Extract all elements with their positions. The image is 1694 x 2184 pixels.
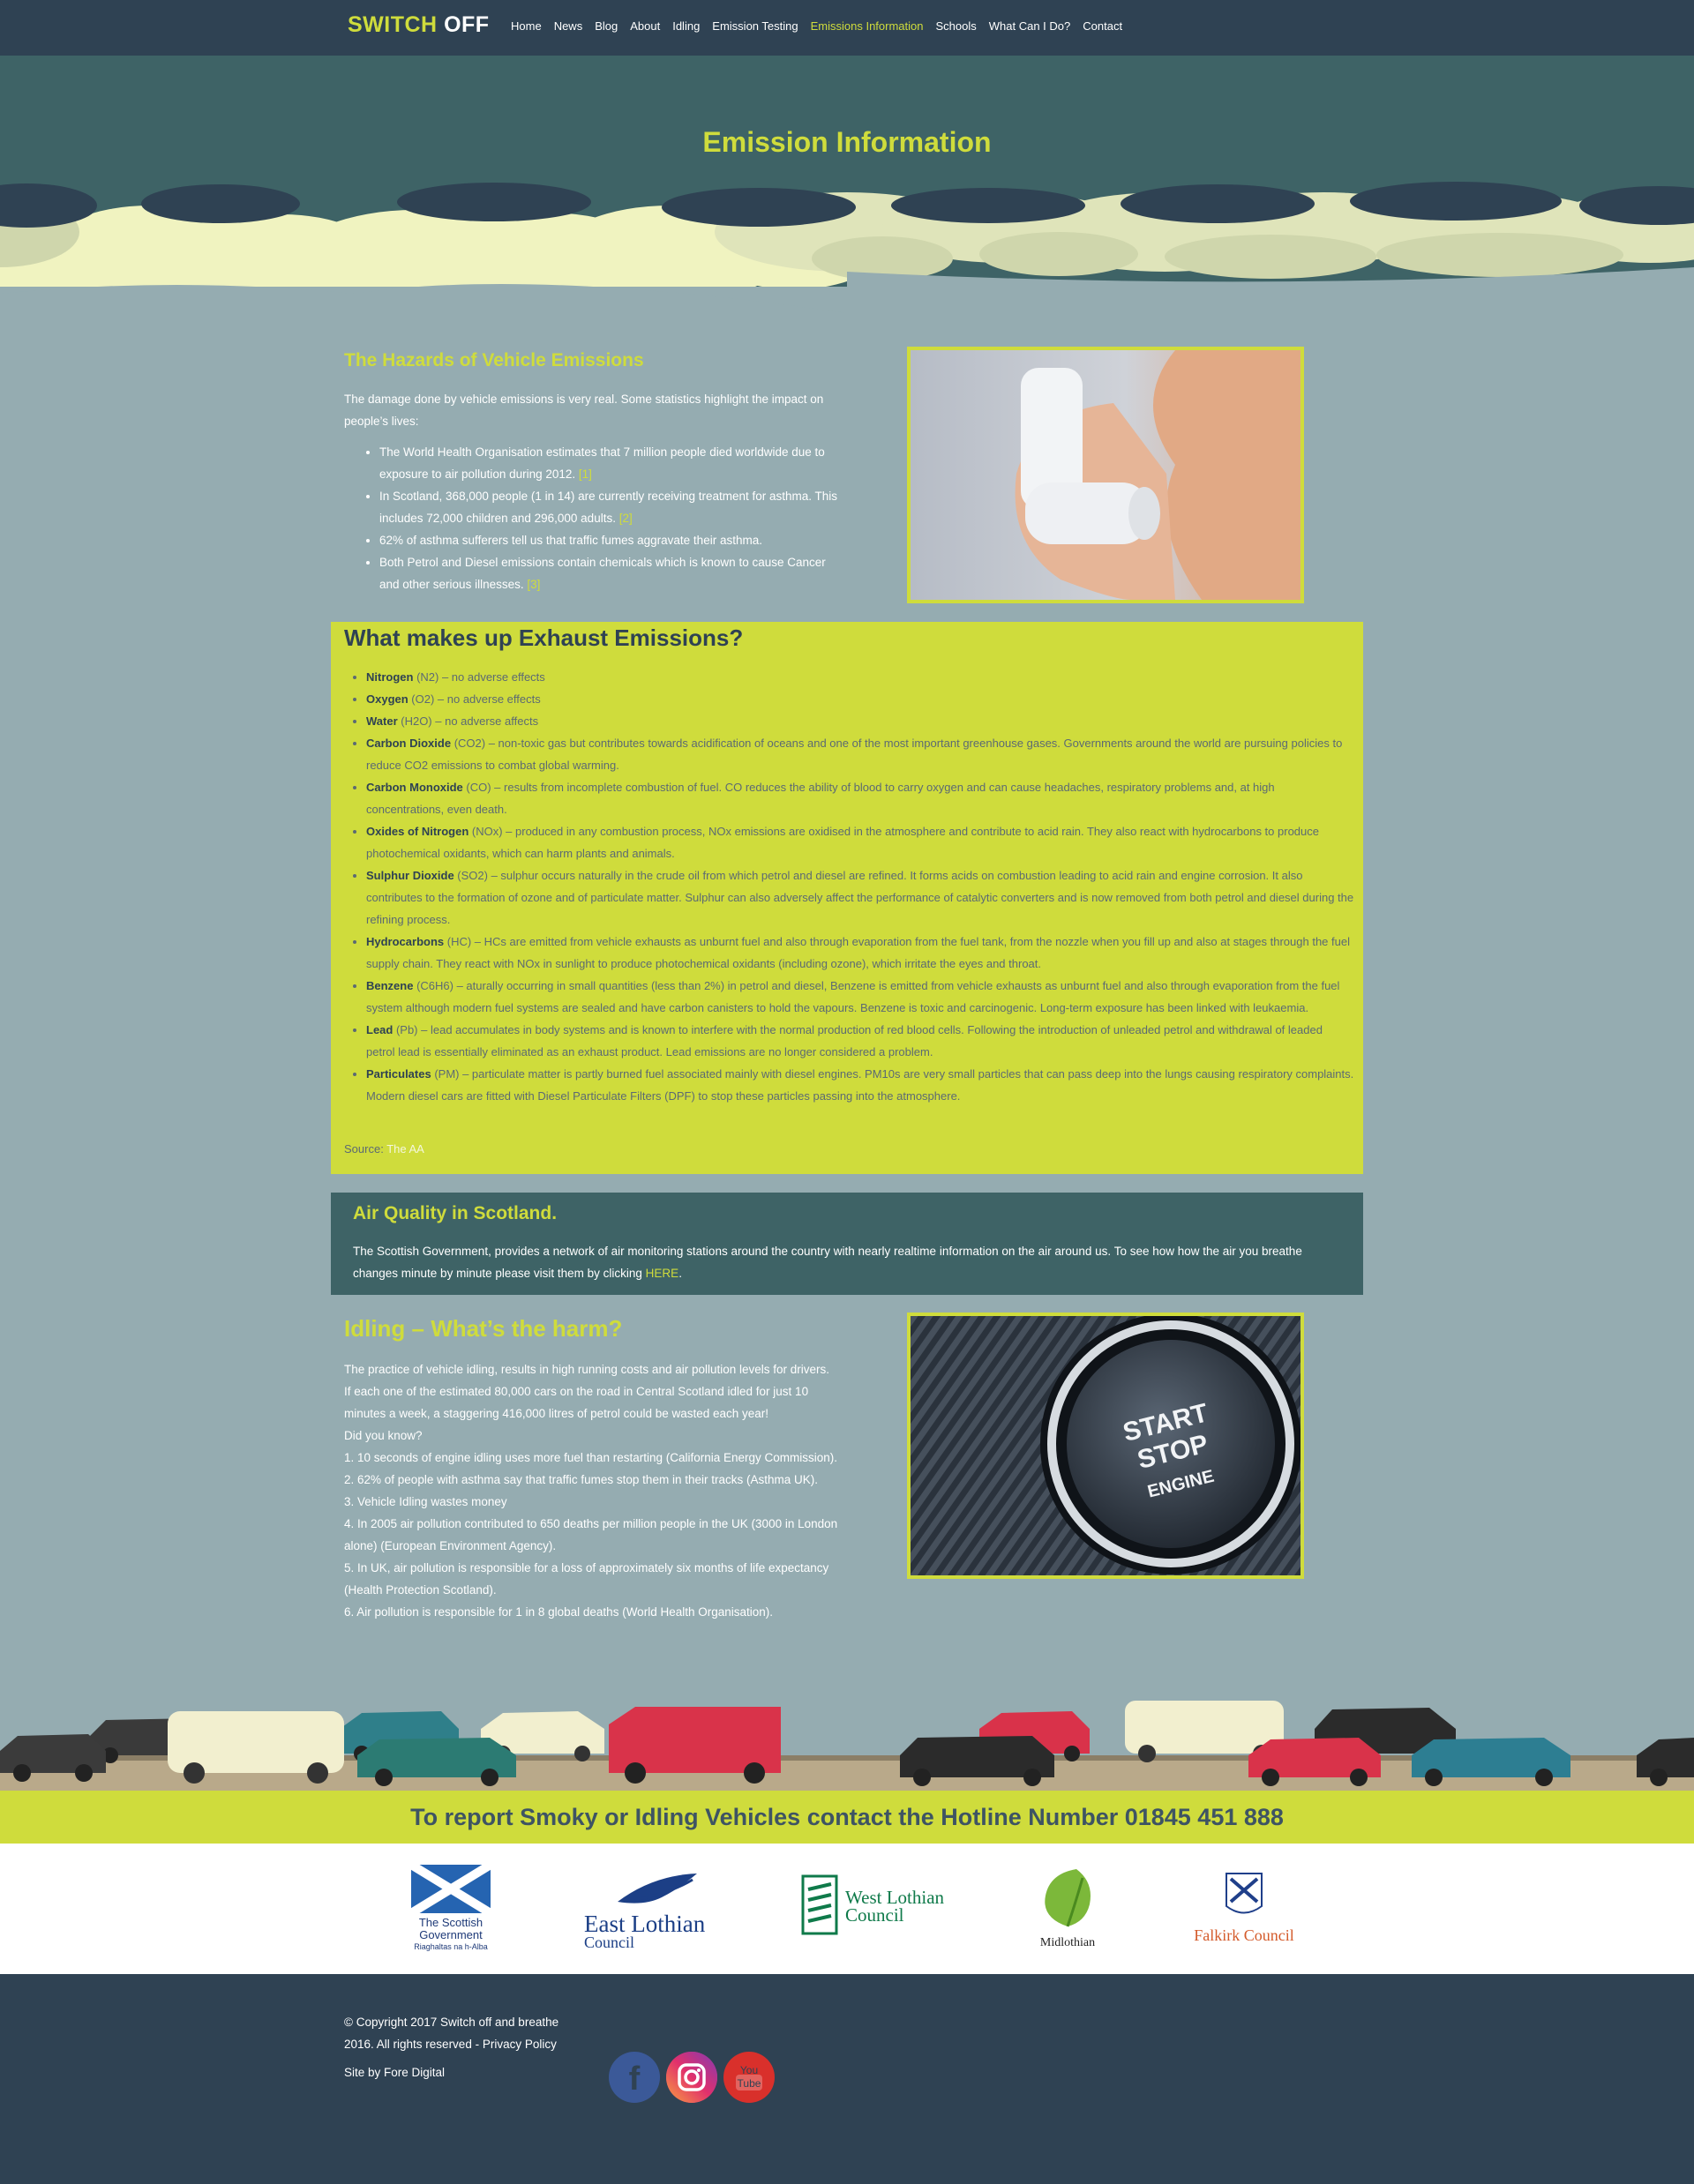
here-link[interactable]: HERE xyxy=(646,1267,679,1280)
main-menu: Home News Blog About Idling Emission Tes… xyxy=(511,19,1135,33)
idling-heading: Idling – What’s the harm? xyxy=(344,1315,623,1342)
svg-text:Riaghaltas na h-Alba: Riaghaltas na h-Alba xyxy=(414,1942,488,1951)
reference-link[interactable]: [2] xyxy=(619,512,633,525)
nav-item-home[interactable]: Home xyxy=(511,19,542,33)
partner-logos: The Scottish Government Riaghaltas na h-… xyxy=(0,1844,1694,1974)
nav-item-what-can-i-do[interactable]: What Can I Do? xyxy=(989,19,1071,33)
paragraph: 5. In UK, air pollution is responsible f… xyxy=(344,1561,829,1597)
site-credit[interactable]: Site by Fore Digital xyxy=(344,2066,445,2079)
list-item: Carbon Monoxide (CO) – results from inco… xyxy=(366,776,1354,820)
paragraph: 1. 10 seconds of engine idling uses more… xyxy=(344,1451,838,1464)
svg-text:f: f xyxy=(629,2061,641,2098)
reference-link[interactable]: [1] xyxy=(579,467,592,481)
list-item: Benzene (C6H6) – aturally occurring in s… xyxy=(366,975,1354,1019)
site-logo[interactable]: SWITCH OFF xyxy=(348,12,490,38)
nav-item-news[interactable]: News xyxy=(554,19,583,33)
list-item: The World Health Organisation estimates … xyxy=(379,441,847,485)
air-quality-heading: Air Quality in Scotland. xyxy=(353,1203,558,1223)
hazards-intro: The damage done by vehicle emissions is … xyxy=(344,393,824,428)
inhaler-photo xyxy=(907,347,1304,603)
exhaust-heading: What makes up Exhaust Emissions? xyxy=(344,625,744,651)
paragraph: The practice of vehicle idling, results … xyxy=(344,1363,830,1376)
exhaust-emissions-panel: What makes up Exhaust Emissions? Nitroge… xyxy=(331,622,1363,1174)
list-item: Oxygen (O2) – no adverse effects xyxy=(366,688,1354,710)
list-item: Carbon Dioxide (CO2) – non-toxic gas but… xyxy=(366,732,1354,776)
source-link[interactable]: The AA xyxy=(386,1142,424,1156)
list-item: Both Petrol and Diesel emissions contain… xyxy=(379,551,847,595)
logo-switch-text: SWITCH xyxy=(348,12,438,37)
list-item: Sulphur Dioxide (SO2) – sulphur occurs n… xyxy=(366,864,1354,931)
copyright-text: © Copyright 2017 Switch off and breathe … xyxy=(344,2016,559,2051)
reference-link[interactable]: [3] xyxy=(527,578,540,591)
nav-item-emission-testing[interactable]: Emission Testing xyxy=(712,19,798,33)
west-lothian-council-logo[interactable]: West Lothian Council xyxy=(801,1872,960,1942)
svg-text:Council: Council xyxy=(584,1933,634,1951)
list-item: Nitrogen (N2) – no adverse effects xyxy=(366,666,1354,688)
falkirk-council-logo[interactable]: Falkirk Council xyxy=(1178,1866,1310,1955)
exhaust-list: Nitrogen (N2) – no adverse effects Oxyge… xyxy=(344,666,1354,1107)
nav-item-schools[interactable]: Schools xyxy=(936,19,977,33)
paragraph: Did you know? xyxy=(344,1429,423,1442)
facebook-icon[interactable]: f xyxy=(609,2052,660,2103)
paragraph: 2. 62% of people with asthma say that tr… xyxy=(344,1473,818,1486)
source-line: Source: The AA xyxy=(344,1142,424,1156)
footer: © Copyright 2017 Switch off and breathe … xyxy=(0,1974,1694,2184)
hero-banner: Emission Information xyxy=(0,56,1694,313)
nav-item-blog[interactable]: Blog xyxy=(595,19,618,33)
svg-text:The Scottish: The Scottish xyxy=(419,1916,483,1929)
svg-text:You: You xyxy=(740,2064,758,2076)
list-item: 62% of asthma sufferers tell us that tra… xyxy=(379,529,847,551)
hazards-list: The World Health Organisation estimates … xyxy=(344,441,847,595)
list-item: Oxides of Nitrogen (NOx) – produced in a… xyxy=(366,820,1354,864)
svg-text:Falkirk Council: Falkirk Council xyxy=(1194,1926,1294,1944)
nav-item-about[interactable]: About xyxy=(630,19,660,33)
svg-text:Government: Government xyxy=(419,1928,483,1941)
list-item: Water (H2O) – no adverse affects xyxy=(366,710,1354,732)
paragraph: If each one of the estimated 80,000 cars… xyxy=(344,1385,809,1420)
hazards-heading: The Hazards of Vehicle Emissions xyxy=(344,350,644,370)
midlothian-council-logo[interactable]: Midlothian xyxy=(1028,1865,1107,1953)
traffic-illustration xyxy=(0,1694,1694,1791)
svg-text:Midlothian: Midlothian xyxy=(1040,1936,1095,1949)
list-item: Hydrocarbons (HC) – HCs are emitted from… xyxy=(366,931,1354,975)
svg-text:Council: Council xyxy=(845,1904,904,1926)
nav-item-idling[interactable]: Idling xyxy=(672,19,700,33)
paragraph: 3. Vehicle Idling wastes money xyxy=(344,1495,507,1508)
instagram-icon[interactable] xyxy=(666,2052,717,2103)
youtube-icon[interactable]: You Tube xyxy=(723,2052,775,2103)
air-quality-text: The Scottish Government, provides a netw… xyxy=(353,1245,1302,1280)
air-quality-panel: Air Quality in Scotland. The Scottish Go… xyxy=(331,1193,1363,1295)
list-item: Particulates (PM) – particulate matter i… xyxy=(366,1063,1354,1107)
list-item: In Scotland, 368,000 people (1 in 14) ar… xyxy=(379,485,847,529)
list-item: Lead (Pb) – lead accumulates in body sys… xyxy=(366,1019,1354,1063)
svg-text:Tube: Tube xyxy=(738,2077,761,2090)
idling-text: The practice of vehicle idling, results … xyxy=(344,1358,838,1623)
start-stop-button-photo: START STOP ENGINE xyxy=(907,1313,1304,1579)
clouds-illustration xyxy=(0,182,1694,313)
top-navigation-bar: SWITCH OFF Home News Blog About Idling E… xyxy=(0,0,1694,56)
logo-off-text: OFF xyxy=(444,12,490,37)
paragraph: 6. Air pollution is responsible for 1 in… xyxy=(344,1605,774,1619)
nav-item-emissions-information[interactable]: Emissions Information xyxy=(811,19,924,33)
nav-item-contact[interactable]: Contact xyxy=(1083,19,1122,33)
hotline-text: To report Smoky or Idling Vehicles conta… xyxy=(410,1804,1284,1830)
hotline-banner: To report Smoky or Idling Vehicles conta… xyxy=(0,1791,1694,1844)
paragraph: 4. In 2005 air pollution contributed to … xyxy=(344,1517,838,1552)
scottish-government-logo[interactable]: The Scottish Government Riaghaltas na h-… xyxy=(409,1860,498,1953)
east-lothian-council-logo[interactable]: East Lothian Council xyxy=(582,1866,741,1955)
page-title: Emission Information xyxy=(702,126,992,158)
